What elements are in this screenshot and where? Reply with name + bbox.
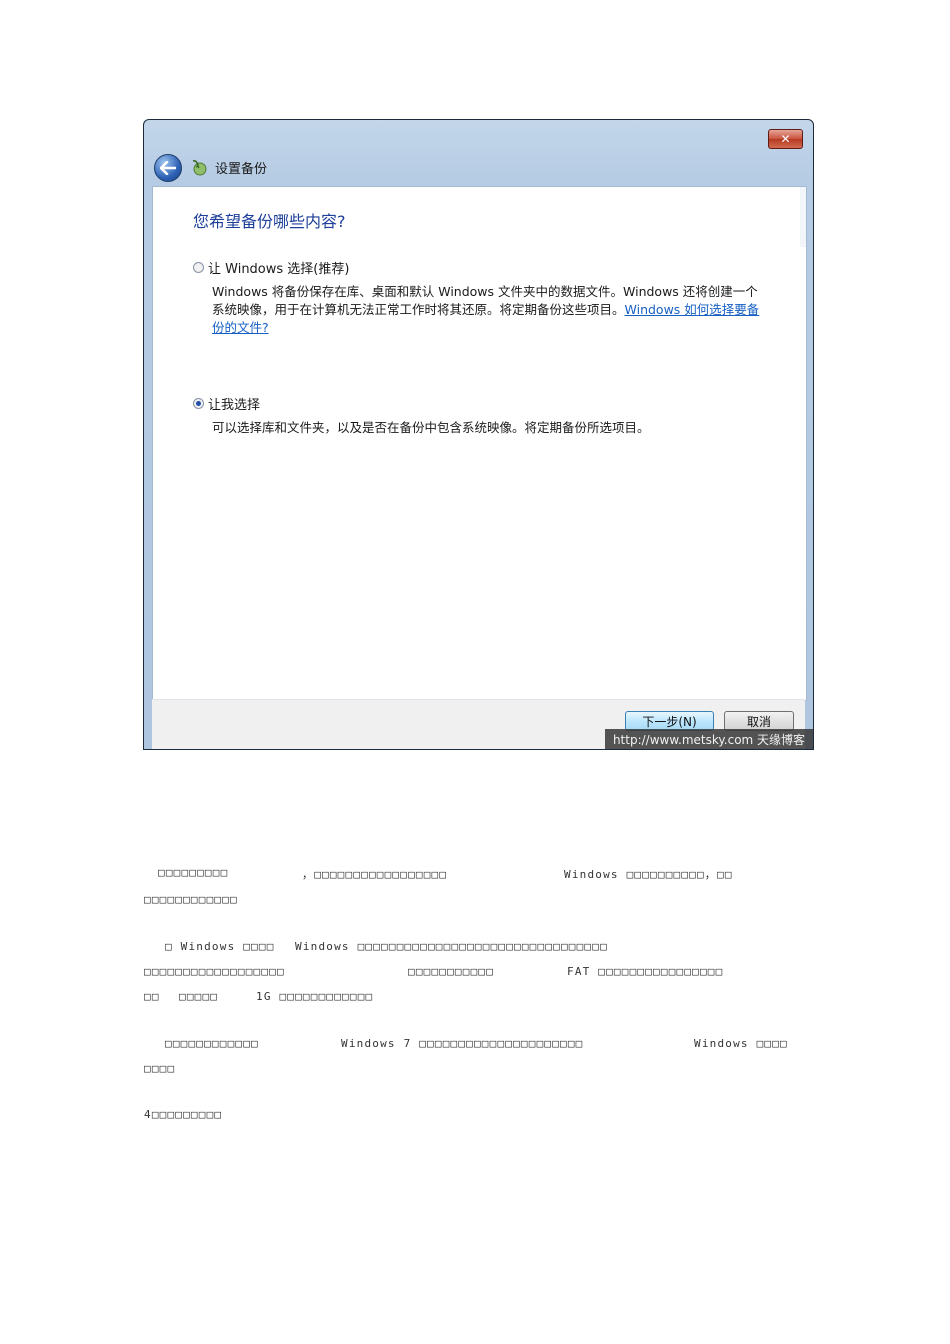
paragraph-3-segment: □□□□ [144,1062,176,1075]
description-line: Windows 将备份保存在库、桌面和默认 Windows 文件夹中的数据文件。… [212,284,758,299]
paragraph-1-segment: □□□□□□□□□□□□ [144,893,238,906]
close-button[interactable]: ✕ [768,129,803,149]
radio-let-me-choose[interactable] [193,398,204,409]
cancel-button[interactable]: 取消 [724,711,794,731]
paragraph-2-segment: □ Windows □□□□ [165,940,275,953]
back-button[interactable] [154,154,182,182]
paragraph-1-segment: ，□□□□□□□□□□□□□□□□□ [302,868,448,881]
backup-icon [192,160,207,176]
paragraph-3-segment: Windows □□□□ [694,1037,788,1050]
paragraph-3-segment: □□□□□□□□□□□□ [165,1037,259,1050]
page-heading: 您希望备份哪些内容? [193,212,346,231]
description-line: 系统映像，用于在计算机无法正常工作时将其还原。将定期备份这些项目。Windows… [212,301,777,319]
option-let-me-choose-description: 可以选择库和文件夹，以及是否在备份中包含系统映像。将定期备份所选项目。 [212,420,650,435]
paragraph-2-segment: □□ [144,990,160,1003]
step-4-heading: 4□□□□□□□□□ [144,1108,223,1121]
description-text: 系统映像，用于在计算机无法正常工作时将其还原。将定期备份这些项目。 [212,302,625,317]
description-line: 份的文件? [212,319,777,337]
paragraph-2-segment: FAT □□□□□□□□□□□□□□□□ [567,965,724,978]
paragraph-2-segment: □□□□□ [179,990,219,1003]
watermark-text: http://www.metsky.com 天缘博客 [605,729,813,749]
option-windows-choose-description: Windows 将备份保存在库、桌面和默认 Windows 文件夹中的数据文件。… [212,283,777,337]
radio-windows-choose[interactable] [193,262,204,273]
option-let-me-choose[interactable]: 让我选择 [193,394,260,413]
option-let-me-choose-label: 让我选择 [208,398,261,413]
paragraph-2-segment: Windows □□□□□□□□□□□□□□□□□□□□□□□□□□□□□□□□ [295,940,608,953]
help-link-continued[interactable]: 份的文件? [212,320,269,335]
scroll-edge [800,187,806,247]
backup-wizard-screenshot: ✕ 设置备份 您希望备份哪些内容? 让 Windows 选择(推荐) Windo… [143,119,814,750]
option-windows-choose-label: 让 Windows 选择(推荐) [208,262,350,277]
paragraph-3-segment: Windows 7 □□□□□□□□□□□□□□□□□□□□□ [341,1037,584,1050]
paragraph-1-segment: Windows □□□□□□□□□□，□□ [564,868,733,881]
paragraph-2-segment: 1G □□□□□□□□□□□□ [256,990,374,1003]
help-link[interactable]: Windows 如何选择要备 [625,302,760,317]
paragraph-2-segment: □□□□□□□□□□□□□□□□□□ [144,965,285,978]
paragraph-1-segment: □□□□□□□□□ [158,866,229,879]
option-windows-choose[interactable]: 让 Windows 选择(推荐) [193,258,349,277]
wizard-content: 您希望备份哪些内容? 让 Windows 选择(推荐) Windows 将备份保… [152,186,807,701]
back-arrow-icon [160,161,176,175]
paragraph-2-segment: □□□□□□□□□□□ [408,965,495,978]
next-button[interactable]: 下一步(N) [625,711,714,731]
window-title: 设置备份 [215,162,268,177]
